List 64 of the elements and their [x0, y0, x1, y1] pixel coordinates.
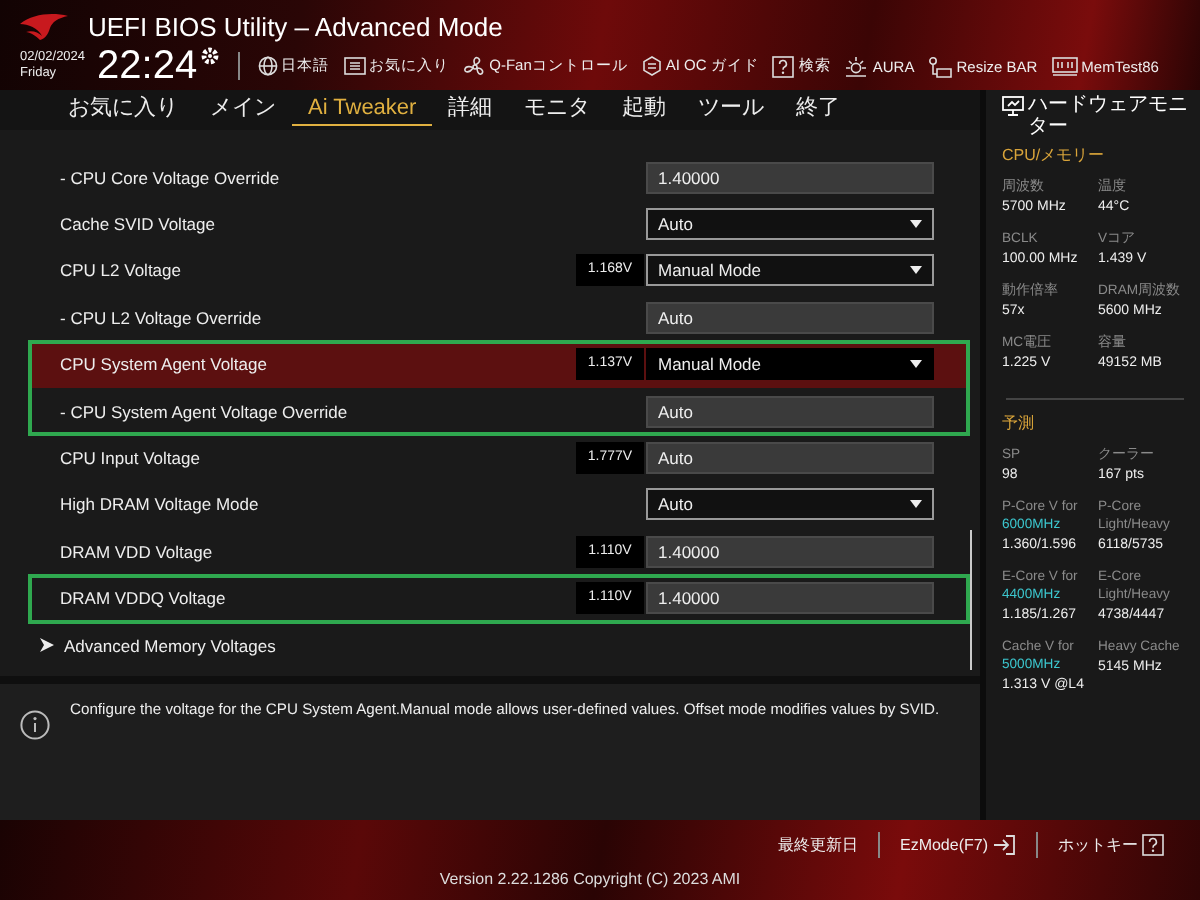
panel-title: ハードウェアモニター — [1028, 94, 1190, 138]
setting-label: CPU Input Voltage — [60, 448, 202, 469]
caret-icon — [910, 360, 922, 369]
menu-tab[interactable]: 終了 — [780, 94, 857, 126]
setting-row[interactable]: Cache SVID Voltage Auto — [30, 200, 968, 248]
menu-tab[interactable]: ツール — [682, 94, 781, 126]
footer-button[interactable]: 最終更新日 — [757, 834, 878, 856]
setting-row[interactable]: - CPU Core Voltage Override 1.40000 — [30, 154, 968, 201]
setting-label: - CPU System Agent Voltage Override — [60, 401, 350, 422]
help-icon[interactable] — [772, 55, 795, 77]
section-title: CPU/メモリー — [1002, 144, 1107, 166]
setting-label: Cache SVID Voltage — [60, 214, 217, 235]
setting-row[interactable]: - CPU System Agent Voltage Override Auto — [30, 387, 968, 435]
setting-label: CPU L2 Voltage — [60, 260, 183, 281]
menu-tab[interactable]: メイン — [194, 94, 292, 126]
arrow-icon — [40, 638, 54, 653]
setting-label: High DRAM Voltage Mode — [60, 494, 261, 515]
section-title: 予測 — [1002, 412, 1036, 434]
menu-tab[interactable]: 詳細 — [432, 94, 509, 126]
input-field[interactable]: 1.40000 — [646, 582, 934, 615]
setting-row[interactable]: Advanced Memory Voltages — [30, 621, 968, 669]
help-icon[interactable] — [1142, 834, 1164, 856]
setting-label: CPU System Agent Voltage — [60, 354, 269, 375]
dropdown[interactable]: Auto — [646, 488, 934, 521]
input-field[interactable]: 1.40000 — [646, 535, 934, 568]
exit-icon[interactable] — [992, 834, 1016, 856]
caret-icon — [910, 500, 922, 509]
list-icon[interactable] — [343, 56, 366, 76]
setting-label: DRAM VDD Voltage — [60, 541, 215, 562]
key-icon[interactable] — [928, 55, 953, 77]
menu-tab[interactable]: 起動 — [606, 94, 683, 126]
setting-label: DRAM VDDQ Voltage — [60, 588, 228, 609]
footer-button[interactable]: EzMode(F7) — [879, 834, 1036, 856]
monitor-icon — [1002, 96, 1024, 116]
version-text: Version 2.22.1286 Copyright (C) 2023 AMI — [439, 870, 741, 888]
caret-icon — [910, 220, 922, 229]
input-field[interactable]: Auto — [646, 301, 934, 334]
input-field[interactable]: 1.40000 — [646, 161, 934, 194]
chip-icon[interactable] — [641, 56, 662, 76]
input-field[interactable]: Auto — [646, 395, 934, 428]
menu-tab[interactable]: お気に入り — [52, 94, 194, 126]
clock-time: 22:24 — [97, 46, 198, 86]
footer-button[interactable]: ホットキー — [1038, 834, 1184, 856]
info-icon — [20, 710, 50, 740]
memory-icon[interactable] — [1051, 56, 1078, 76]
setting-label: - CPU Core Voltage Override — [60, 167, 282, 188]
window-title: UEFI BIOS Utility – Advanced Mode — [88, 12, 503, 42]
globe-icon[interactable] — [257, 56, 278, 76]
logo-icon — [20, 14, 68, 40]
fan-icon[interactable] — [463, 55, 486, 77]
menu-tab[interactable]: Ai Tweaker — [292, 94, 433, 126]
dropdown[interactable]: Auto — [646, 208, 934, 241]
setting-row[interactable]: - CPU L2 Voltage Override Auto — [30, 294, 968, 342]
setting-row[interactable]: High DRAM Voltage Mode Auto — [30, 481, 968, 529]
light-icon[interactable] — [844, 55, 869, 77]
scrollbar[interactable] — [969, 530, 972, 670]
caret-icon — [910, 266, 922, 275]
dropdown[interactable]: Manual Mode — [646, 254, 934, 287]
settings-icon[interactable] — [199, 46, 220, 66]
menu-tab[interactable]: モニタ — [508, 94, 607, 126]
setting-label: - CPU L2 Voltage Override — [60, 307, 264, 328]
dropdown[interactable]: Manual Mode — [646, 348, 934, 381]
input-field[interactable]: Auto — [646, 442, 934, 475]
submenu-link[interactable]: Advanced Memory Voltages — [40, 635, 276, 656]
